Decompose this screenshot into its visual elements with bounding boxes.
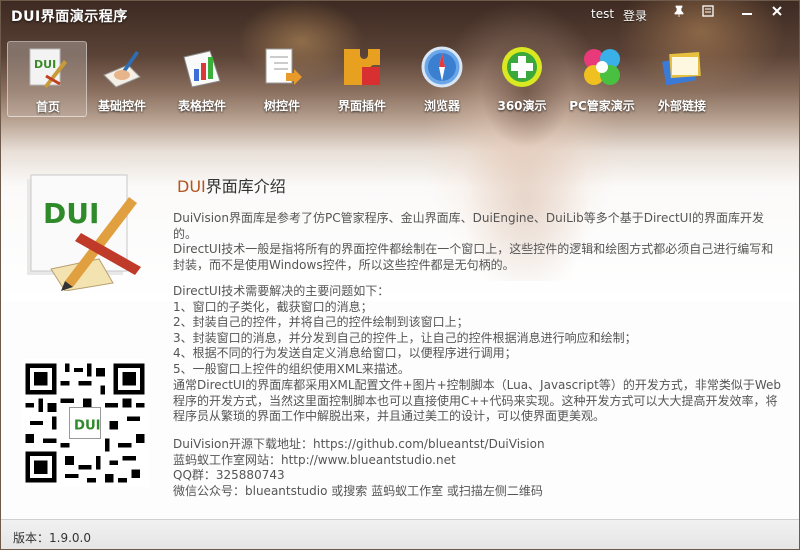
tab-browser[interactable]: 浏览器 [402, 41, 482, 117]
title-bar[interactable]: DUI界面演示程序 test 登录 [1, 1, 799, 29]
tab-external-links[interactable]: 外部链接 [642, 41, 722, 117]
dui-home-icon: DUI [26, 46, 70, 90]
main-window: DUI界面演示程序 test 登录 DUI 首页 基础控件 表格控件 树控件 界… [0, 0, 800, 550]
stacked-books-icon [660, 45, 704, 89]
pin-icon[interactable] [669, 4, 689, 22]
writing-hand-icon [100, 45, 144, 89]
problems-intro: DirectUI技术需要解决的主要问题如下： [173, 284, 390, 298]
list-item: 4、根据不同的行为发送自定义消息给窗口，以便程序进行调用； [173, 346, 517, 360]
close-icon[interactable] [767, 4, 787, 22]
tab-360-demo[interactable]: 360演示 [482, 41, 562, 117]
tab-pc-manager-demo[interactable]: PC管家演示 [562, 41, 642, 117]
website-link[interactable]: 蓝蚂蚁工作室网站：http://www.blueantstudio.net [173, 453, 783, 469]
main-toolbar: DUI 首页 基础控件 表格控件 树控件 界面插件 浏览器 360演示 PC管家… [1, 41, 799, 119]
puzzle-icon [340, 45, 384, 89]
status-bar: 版本：1.9.0.0 [1, 519, 799, 549]
links-section: DuiVision开源下载地址：https://github.com/bluea… [173, 437, 783, 499]
intro-paragraph-3: 通常DirectUI的界面库都采用XML配置文件+图片+控制脚本（Lua、Jav… [173, 378, 782, 423]
tab-ui-plugins[interactable]: 界面插件 [322, 41, 402, 117]
version-label: 版本：1.9.0.0 [13, 531, 91, 545]
github-link[interactable]: DuiVision开源下载地址：https://github.com/bluea… [173, 437, 783, 453]
svg-text:DUI: DUI [74, 419, 101, 434]
document-tree-icon [260, 45, 304, 89]
tab-label: 外部链接 [657, 99, 706, 113]
intro-title-rest: 界面库介绍 [205, 177, 286, 196]
dui-logo-icon: DUI [21, 171, 151, 292]
list-item: 2、封装自己的控件，并将自己的控件绘制到该窗口上； [173, 315, 469, 329]
clover-icon [580, 45, 624, 89]
intro-title: DUI界面库介绍 [177, 173, 286, 197]
problems-list: DirectUI技术需要解决的主要问题如下： 1、窗口的子类化，截获窗口的消息；… [173, 284, 783, 377]
login-link[interactable]: 登录 [623, 7, 647, 24]
compass-browser-icon [420, 45, 464, 89]
username: test [591, 7, 615, 21]
list-item: 5、一般窗口上控件的组织使用XML来描述。 [173, 361, 410, 376]
list-item: 1、窗口的子类化，截获窗口的消息； [173, 299, 373, 314]
bar-chart-icon [180, 45, 224, 89]
intro-paragraph-2: DirectUI技术一般是指将所有的界面控件都绘制在一个窗口上，这些控件的逻辑和… [173, 242, 774, 272]
app-title: DUI界面演示程序 [11, 9, 128, 25]
plus-circle-icon [500, 45, 544, 89]
skin-icon[interactable] [698, 4, 718, 22]
tab-basic-controls[interactable]: 基础控件 [82, 41, 162, 117]
wechat-info: 微信公众号：blueantstudio 或搜索 蓝蚂蚁工作室 或扫描左侧二维码 [173, 483, 543, 498]
intro-paragraph-1: DuiVision界面库是参考了仿PC管家程序、金山界面库、DuiEngine、… [173, 211, 764, 241]
qq-group: QQ群：325880743 [173, 468, 285, 482]
minimize-icon[interactable] [737, 4, 757, 22]
tab-table-controls[interactable]: 表格控件 [162, 41, 242, 117]
svg-text:DUI: DUI [34, 58, 56, 71]
list-item: 3、封装窗口的消息，并分发到自己的控件上，让自己的控件根据消息进行响应和绘制； [173, 330, 637, 345]
big-icon-text: DUI [43, 197, 99, 230]
wechat-qr-code: DUI [21, 359, 149, 487]
tab-tree-controls[interactable]: 树控件 [242, 41, 322, 117]
intro-title-highlight: DUI [177, 177, 206, 196]
